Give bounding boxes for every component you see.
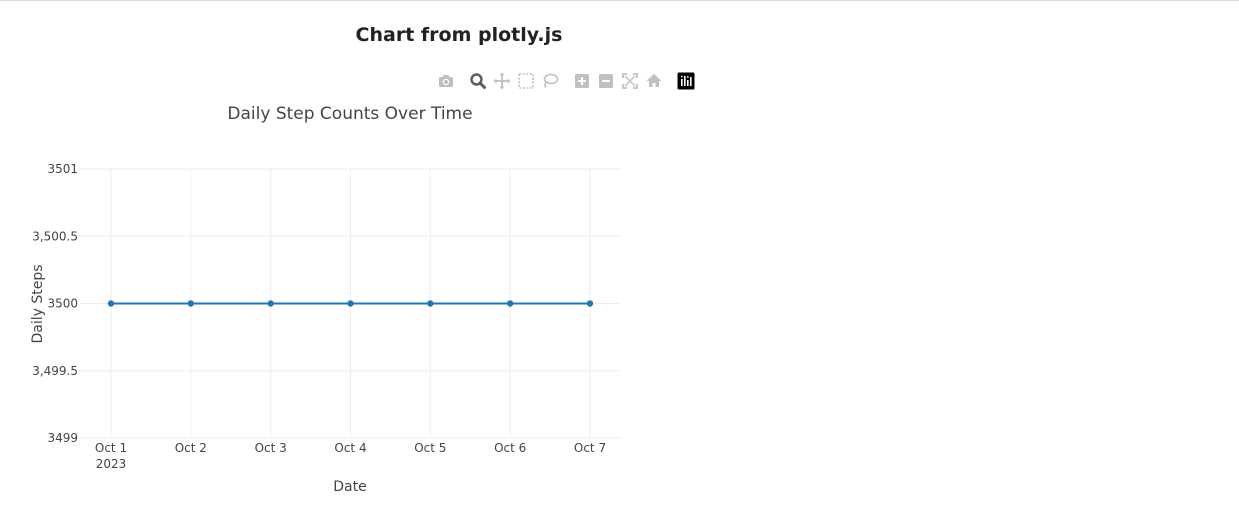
x-tick-label: Oct 2 [175, 441, 207, 455]
y-axis-title: Daily Steps [30, 264, 46, 343]
y-tick-label: 3,499.5 [32, 364, 78, 378]
chart-title: Daily Step Counts Over Time [227, 104, 472, 124]
y-tick-label: 3501 [47, 162, 78, 176]
x-tick-label: Oct 4 [334, 441, 366, 455]
y-tick-label: 3500 [47, 297, 78, 311]
tick-labels: 3499 3,499.5 3500 3,500.5 3501 Oct 1 2023 Oct 2… [32, 162, 606, 471]
x-tick-label: Oct 7 [574, 441, 606, 455]
data-point[interactable] [187, 300, 195, 307]
x-axis-title: Date [333, 479, 366, 495]
x-tick-year-label: 2023 [96, 457, 127, 471]
y-tick-label: 3499 [47, 431, 78, 445]
data-point[interactable] [427, 300, 434, 307]
y-tick-label: 3,500.5 [32, 229, 78, 243]
line-chart: 3499 3,499.5 3500 3,500.5 3501 Oct 1 2023 Oct 2… [30, 104, 620, 495]
data-point[interactable] [107, 300, 115, 307]
data-point[interactable] [586, 300, 594, 307]
data-point[interactable] [506, 300, 514, 307]
series-layer [107, 300, 594, 307]
data-point[interactable] [347, 300, 354, 307]
x-tick-label: Oct 3 [255, 441, 287, 455]
x-tick-label: Oct 5 [414, 441, 446, 455]
x-tick-label: Oct 1 [95, 441, 127, 455]
x-tick-label: Oct 6 [494, 441, 526, 455]
data-point[interactable] [267, 300, 274, 307]
